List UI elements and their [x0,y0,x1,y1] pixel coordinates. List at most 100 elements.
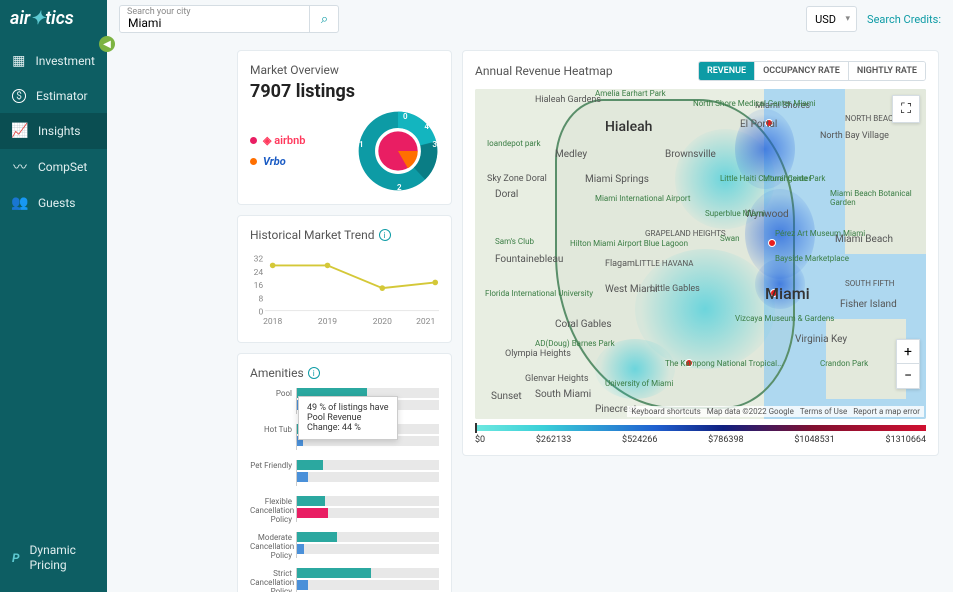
amenity-label: Strict Cancellation Policy [250,568,296,592]
map-view[interactable]: Hialeah Miami Miami Beach Doral Medley B… [475,89,926,419]
nav: ▦Investment $Estimator 📈Insights 〰 CompSe… [0,43,107,533]
amenity-label: Flexible Cancellation Policy [250,496,296,524]
map-poi: Hilton Miami Airport Blue Lagoon [570,239,688,248]
tab-nightly[interactable]: NIGHTLY RATE [848,62,925,80]
map-label: Doral [495,189,518,200]
gradient-tick: $0 [475,435,485,445]
right-column: Annual Revenue Heatmap REVENUE OCCUPANCY… [462,50,939,456]
svg-text:24: 24 [254,268,264,278]
map-label: Sunset [491,391,522,402]
currency-value: USD [815,13,836,26]
donut-chart: 0 1 2 3 4 [357,110,439,192]
heatmap-tabs: REVENUE OCCUPANCY RATE NIGHTLY RATE [698,61,926,81]
nav-guests[interactable]: 👥Guests [0,185,107,221]
map-label: Miami Springs [585,174,649,185]
svg-text:2020: 2020 [373,317,392,327]
map-label: LITTLE HAVANA [635,259,694,268]
airbnb-logo: ◈ airbnb [263,134,305,147]
nav-compset[interactable]: 〰 CompSet [0,149,107,185]
fullscreen-icon: ⛶ [901,101,911,117]
map-poi: North Shore Medical Center Miami [693,99,816,108]
map-label: Brownsville [665,149,716,160]
map-attr-link[interactable]: Report a map error [853,407,920,416]
currency-select[interactable]: USD [806,6,857,32]
tab-occupancy[interactable]: OCCUPANCY RATE [754,62,848,80]
logo-text-post: tics [45,8,74,29]
map-poi: Swan [720,234,740,243]
map-poi: AD(Doug) Barnes Park [535,339,615,348]
map-label: Fountainebleau [495,254,563,265]
amenity-label: Pool [250,388,296,399]
map-title: Annual Revenue Heatmap [475,64,613,78]
map-poi: Florida International University [485,289,593,298]
map-attr-link[interactable]: Keyboard shortcuts [631,407,700,416]
map-label: NORTH BEACH [845,114,899,123]
map-label: Hialeah [605,119,652,135]
tab-revenue[interactable]: REVENUE [699,62,754,80]
map-poi: Sam's Club [495,237,534,246]
map-label: Medley [555,149,587,160]
card-title: Amenities i [250,366,439,380]
collapse-sidebar-button[interactable]: ◀ [99,36,115,52]
map-poi: Bayside Marketplace [775,254,849,263]
search-wrap: Search your city ⌕ [119,5,339,33]
amenity-tooltip: 49 % of listings have Pool Revenue Chang… [298,396,398,440]
market-overview-card: Market Overview 7907 listings ◈ airbnb V… [237,50,452,205]
map-attr-link[interactable]: Terms of Use [800,407,847,416]
nav-label: CompSet [38,160,87,174]
search-button[interactable]: ⌕ [309,5,339,33]
pricing-icon: P [12,551,20,565]
map-poi: Vizcaya Museum & Gardens [735,314,834,323]
amenity-row-flexible: Flexible Cancellation Policy [250,496,439,522]
donut-label: 2 [397,183,402,192]
svg-text:16: 16 [254,281,264,291]
y-tick: 32 [254,255,264,265]
map-poi: Crandon Park [820,359,868,368]
amenity-label: Hot Tub [250,424,296,435]
dollar-icon: $ [12,89,26,103]
nav-label: Dynamic Pricing [30,543,95,572]
map-label: Olympia Heights [505,349,571,359]
gradient-tick: $262133 [536,435,571,445]
gradient-tick: $1310664 [886,435,926,445]
donut-label: 1 [359,140,364,149]
amenity-label: Pet Friendly [250,460,296,471]
map-label: Little Gables [650,284,700,294]
map-poi: Morningside Park [763,174,825,183]
search-credits-link[interactable]: Search Credits: [867,13,941,26]
info-icon[interactable]: i [379,229,391,241]
map-poi: Miami International Airport [595,194,690,203]
map-poi: Superblue Miami [705,209,765,218]
heatmap-card: Annual Revenue Heatmap REVENUE OCCUPANCY… [462,50,939,456]
trend-chart: 32 24 16 8 0 2018 2019 2020 2021 [250,250,439,330]
zoom-in-button[interactable]: + [896,340,920,364]
nav-estimator[interactable]: $Estimator [0,79,107,113]
search-icon: ⌕ [321,12,328,27]
nav-insights[interactable]: 📈Insights [0,113,107,149]
map-label: Coral Gables [555,319,612,330]
info-icon[interactable]: i [308,367,320,379]
zoom-control: + − [896,339,920,389]
nav-investment[interactable]: ▦Investment [0,43,107,79]
card-title: Market Overview [250,63,439,77]
map-poi: Amelia Earhart Park [595,89,666,98]
map-label: Miami [765,284,810,303]
map-label: Flagami [605,259,637,269]
map-label: North Bay Village [820,131,889,141]
svg-text:0: 0 [258,308,263,318]
nav-dynamic-pricing[interactable]: P Dynamic Pricing [0,533,107,592]
map-attr-text: Map data ©2022 Google [707,407,794,416]
logo-swirl-icon: ✦ [30,8,45,29]
svg-text:2019: 2019 [318,317,337,327]
insights-icon: 📈 [12,123,28,139]
logo[interactable]: air✦tics [0,0,107,43]
card-title: Historical Market Trend i [250,228,439,242]
chart-icon: 〰 [12,159,28,175]
gradient-tick: $524266 [622,435,657,445]
map-label: GRAPELAND HEIGHTS [645,229,726,238]
heatmap-gradient [475,425,926,431]
fullscreen-button[interactable]: ⛶ [892,95,920,123]
dashboard-icon: ▦ [12,53,25,69]
map-label: Fisher Island [840,299,897,310]
zoom-out-button[interactable]: − [896,364,920,388]
